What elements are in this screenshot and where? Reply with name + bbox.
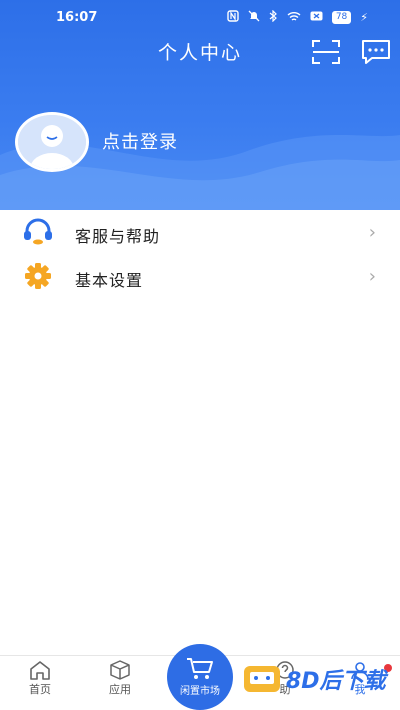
menu-item-settings[interactable]: 基本设置 › [0, 254, 400, 298]
menu-item-support[interactable]: 客服与帮助 › [0, 210, 400, 254]
status-time: 16:07 [56, 10, 98, 25]
login-link[interactable]: 点击登录 [102, 128, 178, 154]
avatar-icon [18, 115, 86, 169]
tab-label-apps: 应用 [109, 683, 131, 696]
cart-icon [187, 658, 213, 679]
box-icon [110, 660, 130, 680]
headset-icon [24, 218, 52, 245]
avatar[interactable] [15, 112, 89, 172]
scan-button[interactable] [310, 38, 342, 66]
wifi-icon [287, 11, 301, 25]
chevron-right-icon: › [368, 266, 376, 287]
watermark-text: 8D后下载 [286, 669, 389, 694]
watermark-logo: 8D后下载 [244, 664, 392, 694]
tab-home[interactable]: 首页 [10, 656, 70, 701]
header-banner: 16:07 78 ⚡ 个人中心 点击登录 [0, 0, 400, 210]
message-icon [362, 40, 390, 64]
menu-label-support: 客服与帮助 [75, 227, 161, 246]
battery-level: 78 [331, 11, 352, 24]
sim-icon [310, 11, 323, 24]
tab-label-market: 闲置市场 [180, 686, 220, 697]
bluetooth-icon [269, 9, 278, 25]
gear-icon [25, 263, 51, 289]
settings-menu: 客服与帮助 › 基本设置 › [0, 210, 400, 298]
scan-icon [312, 40, 340, 64]
charging-icon: ⚡ [360, 11, 368, 24]
mute-icon [248, 10, 260, 25]
status-bar: 16:07 78 ⚡ [0, 0, 400, 36]
status-icons: 78 ⚡ [227, 9, 368, 25]
tab-label-home: 首页 [29, 683, 51, 696]
tab-market[interactable]: 闲置市场 [167, 644, 233, 710]
menu-label-settings: 基本设置 [75, 271, 144, 290]
tab-apps[interactable]: 应用 [90, 656, 150, 701]
message-button[interactable] [360, 38, 392, 66]
home-icon [30, 661, 50, 680]
chevron-right-icon: › [368, 222, 376, 243]
nfc-icon [227, 10, 239, 25]
